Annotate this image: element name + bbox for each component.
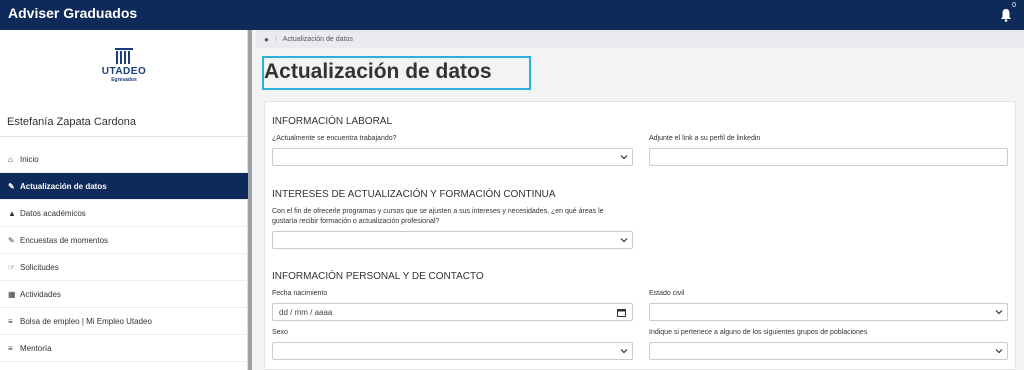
pencil-icon: ✎: [8, 235, 15, 245]
user-name: Estefanía Zapata Cardona: [7, 116, 137, 128]
graduation-cap-icon: ▲: [8, 208, 16, 218]
bell-icon[interactable]: [1000, 8, 1012, 22]
chevron-down-icon: [995, 310, 1003, 315]
logo-brand: UTADEO: [101, 66, 147, 77]
section-title-personal: INFORMACIÓN PERSONAL Y DE CONTACTO: [272, 271, 484, 282]
sidebar-item-encuestas[interactable]: ✎ Encuestas de momentos: [0, 227, 248, 254]
chevron-down-icon: [995, 349, 1003, 354]
sidebar-item-label: Bolsa de empleo | Mi Empleo Utadeo: [20, 316, 152, 326]
sidebar-item-solicitudes[interactable]: ☞ Solicitudes: [0, 254, 248, 281]
trabajando-select[interactable]: [272, 148, 633, 166]
user-icon[interactable]: ●: [264, 35, 269, 44]
sidebar-item-label: Actividades: [20, 289, 61, 299]
linkedin-label: Adjunte el link a su perfil de linkedin: [649, 135, 761, 142]
top-navbar: Adviser Graduados 0: [0, 0, 1024, 30]
pencil-icon: ✎: [8, 181, 15, 191]
areas-label-line-1: Con el fin de ofrecerle programas y curs…: [272, 208, 604, 215]
app-title: Adviser Graduados: [8, 5, 138, 21]
fecha-label: Fecha nacimiento: [272, 290, 328, 297]
areas-select[interactable]: [272, 231, 633, 249]
sidebar-item-label: Inicio: [20, 154, 39, 164]
section-title-intereses: INTERESES DE ACTUALIZACIÓN Y FORMACIÓN C…: [272, 189, 556, 200]
list-icon: ≡: [8, 316, 13, 326]
breadcrumb-current: Actualización de datos: [282, 35, 353, 43]
sidebar-menu: ⌂ Inicio ✎ Actualización de datos ▲ Dato…: [0, 146, 248, 362]
linkedin-input[interactable]: [649, 148, 1008, 166]
fecha-placeholder: dd / mm / aaaa: [279, 307, 333, 317]
page-title: Actualización de datos: [264, 60, 492, 83]
chevron-down-icon: [620, 238, 628, 243]
notification-count: 0: [1012, 2, 1016, 9]
sidebar-item-label: Encuestas de momentos: [20, 235, 109, 245]
sidebar-scrollbar[interactable]: [248, 30, 252, 370]
sidebar-item-mentoria[interactable]: ≡ Mentoría: [0, 335, 248, 362]
hand-icon: ☞: [8, 262, 16, 272]
trabajando-label: ¿Actualmente se encuentra trabajando?: [272, 135, 397, 142]
sidebar-divider: [0, 136, 248, 137]
sidebar-item-bolsa-de-empleo[interactable]: ≡ Bolsa de empleo | Mi Empleo Utadeo: [0, 308, 248, 335]
sidebar: UTADEO Egresados Estefanía Zapata Cardon…: [0, 30, 248, 370]
calendar-icon[interactable]: [617, 308, 626, 317]
sidebar-item-datos-academicos[interactable]: ▲ Datos académicos: [0, 200, 248, 227]
list-icon: ≡: [8, 343, 13, 353]
grupos-label: Indique si pertenece a alguno de los sig…: [649, 329, 868, 336]
fecha-nacimiento-input[interactable]: dd / mm / aaaa: [272, 303, 633, 321]
chevron-down-icon: [620, 155, 628, 160]
estado-civil-select[interactable]: [649, 303, 1008, 321]
estado-civil-label: Estado civil: [649, 290, 685, 297]
section-title-laboral: INFORMACIÓN LABORAL: [272, 116, 393, 127]
sexo-select[interactable]: [272, 342, 633, 360]
home-icon: ⌂: [8, 154, 13, 164]
sidebar-item-actualizacion-de-datos[interactable]: ✎ Actualización de datos: [0, 173, 248, 200]
breadcrumb: ● / Actualización de datos: [256, 30, 1024, 48]
logo-sub: Egresados: [111, 77, 137, 83]
chevron-down-icon: [620, 349, 628, 354]
sidebar-item-label: Actualización de datos: [20, 181, 107, 191]
utadeo-logo: UTADEO Egresados: [94, 46, 154, 96]
sidebar-item-actividades[interactable]: ▦ Actividades: [0, 281, 248, 308]
sidebar-item-label: Datos académicos: [20, 208, 86, 218]
grupos-select[interactable]: [649, 342, 1008, 360]
building-logo-icon: [115, 48, 133, 64]
breadcrumb-separator: /: [274, 35, 277, 43]
sidebar-item-inicio[interactable]: ⌂ Inicio: [0, 146, 248, 173]
sexo-label: Sexo: [272, 329, 288, 336]
sidebar-item-label: Solicitudes: [20, 262, 59, 272]
sidebar-item-label: Mentoría: [20, 343, 52, 353]
calendar-icon: ▦: [8, 289, 16, 299]
areas-label-line-2: gustaría recibir formación o actualizaci…: [272, 218, 440, 225]
